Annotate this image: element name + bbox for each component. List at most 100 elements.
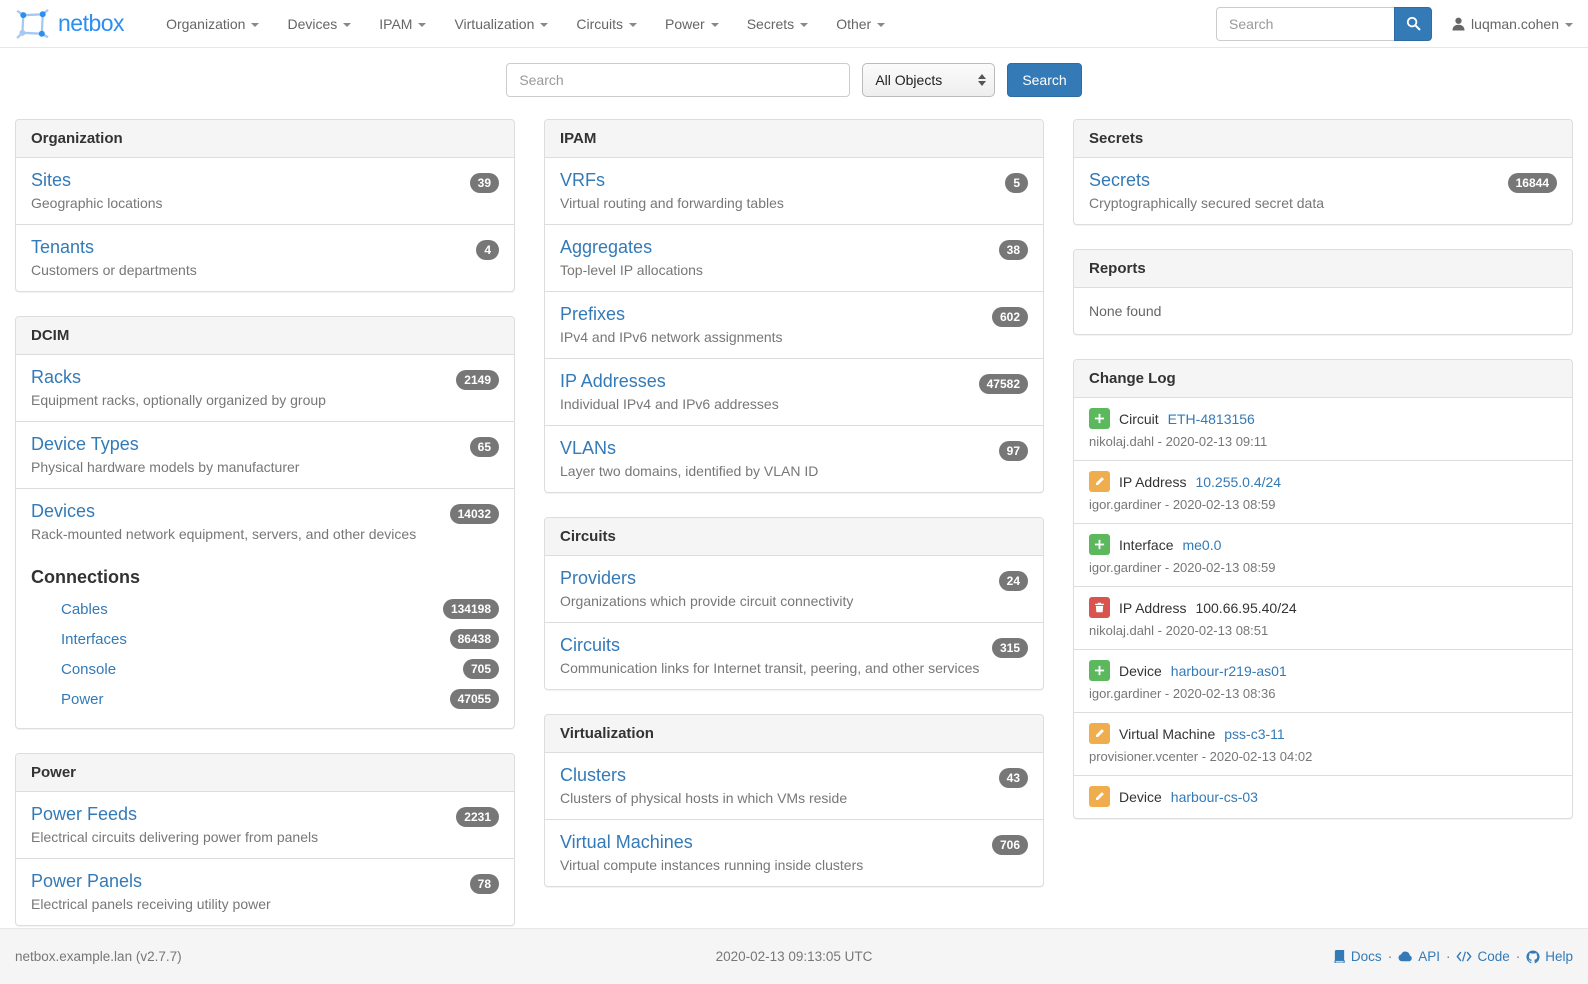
nav-item-virtualization[interactable]: Virtualization bbox=[440, 0, 562, 48]
object-link[interactable]: me0.0 bbox=[1182, 537, 1221, 553]
object-type: Device bbox=[1119, 663, 1162, 679]
edit-icon bbox=[1089, 723, 1110, 744]
nav-item-circuits[interactable]: Circuits bbox=[562, 0, 651, 48]
docs-book-icon bbox=[1333, 950, 1346, 963]
power-connections-link[interactable]: Power bbox=[61, 691, 104, 708]
object-type: Virtual Machine bbox=[1119, 726, 1215, 742]
devices-link[interactable]: Devices bbox=[31, 501, 95, 521]
object-link[interactable]: harbour-r219-as01 bbox=[1171, 663, 1287, 679]
secrets-link[interactable]: Secrets bbox=[1089, 170, 1150, 190]
navbar-search-button[interactable] bbox=[1394, 7, 1432, 41]
device-types-link[interactable]: Device Types bbox=[31, 434, 139, 454]
panel-secrets: Secrets Secrets Cryptographically secure… bbox=[1073, 119, 1573, 225]
tenants-link[interactable]: Tenants bbox=[31, 237, 94, 257]
panel-heading: Virtualization bbox=[545, 715, 1043, 753]
nav-item-secrets[interactable]: Secrets bbox=[733, 0, 822, 48]
changelog-entry: Interface me0.0 igor.gardiner - 2020-02-… bbox=[1074, 523, 1572, 586]
count-badge: 602 bbox=[992, 307, 1028, 327]
chevron-down-icon bbox=[800, 23, 808, 27]
item-description: Top-level IP allocations bbox=[560, 262, 703, 278]
panel-heading: Power bbox=[16, 754, 514, 792]
vlans-link[interactable]: VLANs bbox=[560, 438, 616, 458]
object-link[interactable]: 10.255.0.4/24 bbox=[1195, 474, 1281, 490]
code-link[interactable]: Code bbox=[1456, 949, 1509, 964]
entry-meta: nikolaj.dahl - 2020-02-13 08:51 bbox=[1089, 623, 1557, 638]
connection-row-power: Power 47055 bbox=[31, 684, 499, 714]
panel-power: Power Power Feeds Electrical circuits de… bbox=[15, 753, 515, 926]
entry-meta: igor.gardiner - 2020-02-13 08:36 bbox=[1089, 686, 1557, 701]
clusters-link[interactable]: Clusters bbox=[560, 765, 626, 785]
object-link[interactable]: pss-c3-11 bbox=[1224, 726, 1284, 742]
power-feeds-link[interactable]: Power Feeds bbox=[31, 804, 137, 824]
cables-link[interactable]: Cables bbox=[61, 601, 108, 618]
panel-dcim: DCIM Racks Equipment racks, optionally o… bbox=[15, 316, 515, 729]
nav-item-devices[interactable]: Devices bbox=[273, 0, 365, 48]
navbar-search-input[interactable] bbox=[1216, 7, 1394, 41]
count-badge: 705 bbox=[463, 659, 499, 679]
api-link[interactable]: API bbox=[1398, 949, 1440, 964]
item-description: Organizations which provide circuit conn… bbox=[560, 593, 853, 609]
ip-addresses-link[interactable]: IP Addresses bbox=[560, 371, 666, 391]
create-icon bbox=[1089, 660, 1110, 681]
providers-link[interactable]: Providers bbox=[560, 568, 636, 588]
item-description: Layer two domains, identified by VLAN ID bbox=[560, 463, 818, 479]
vrfs-link[interactable]: VRFs bbox=[560, 170, 605, 190]
circuits-link[interactable]: Circuits bbox=[560, 635, 620, 655]
nav-item-ipam[interactable]: IPAM bbox=[365, 0, 440, 48]
count-badge: 2149 bbox=[456, 370, 499, 390]
item-description: Virtual compute instances running inside… bbox=[560, 857, 863, 873]
count-badge: 5 bbox=[1005, 173, 1028, 193]
sites-link[interactable]: Sites bbox=[31, 170, 71, 190]
footer-timestamp: 2020-02-13 09:13:05 UTC bbox=[716, 949, 873, 964]
interfaces-link[interactable]: Interfaces bbox=[61, 631, 127, 648]
list-item-vlans: VLANs Layer two domains, identified by V… bbox=[545, 425, 1043, 492]
search-icon bbox=[1406, 16, 1421, 31]
aggregates-link[interactable]: Aggregates bbox=[560, 237, 652, 257]
prefixes-link[interactable]: Prefixes bbox=[560, 304, 625, 324]
item-description: Cryptographically secured secret data bbox=[1089, 195, 1324, 211]
code-icon bbox=[1456, 951, 1472, 962]
panel-heading: Reports bbox=[1074, 250, 1572, 288]
item-description: Virtual routing and forwarding tables bbox=[560, 195, 784, 211]
item-description: Rack-mounted network equipment, servers,… bbox=[31, 526, 416, 542]
nav-menu: Organization Devices IPAM Virtualization… bbox=[152, 0, 899, 47]
object-link[interactable]: harbour-cs-03 bbox=[1171, 789, 1258, 805]
brand-home-link[interactable]: netbox bbox=[15, 9, 124, 39]
count-badge: 706 bbox=[992, 835, 1028, 855]
nav-item-power[interactable]: Power bbox=[651, 0, 733, 48]
panel-heading: Secrets bbox=[1074, 120, 1572, 158]
search-scope-select[interactable]: All Objects bbox=[862, 63, 995, 97]
console-link[interactable]: Console bbox=[61, 661, 116, 678]
nav-item-organization[interactable]: Organization bbox=[152, 0, 273, 48]
count-badge: 65 bbox=[470, 437, 499, 457]
help-link[interactable]: Help bbox=[1526, 949, 1573, 964]
user-icon bbox=[1452, 17, 1465, 31]
search-scope-value: All Objects bbox=[875, 72, 942, 88]
connection-row-interfaces: Interfaces 86438 bbox=[31, 624, 499, 654]
power-panels-link[interactable]: Power Panels bbox=[31, 871, 142, 891]
user-menu[interactable]: luqman.cohen bbox=[1452, 16, 1573, 32]
item-description: Individual IPv4 and IPv6 addresses bbox=[560, 396, 779, 412]
object-type: IP Address bbox=[1119, 600, 1186, 616]
object-type: Device bbox=[1119, 789, 1162, 805]
list-item-secrets: Secrets Cryptographically secured secret… bbox=[1074, 158, 1572, 224]
global-search-button[interactable]: Search bbox=[1007, 63, 1081, 97]
item-description: Equipment racks, optionally organized by… bbox=[31, 392, 326, 408]
item-description: Communication links for Internet transit… bbox=[560, 660, 979, 676]
docs-link[interactable]: Docs bbox=[1333, 949, 1382, 964]
count-badge: 4 bbox=[476, 240, 499, 260]
object-link[interactable]: ETH-4813156 bbox=[1168, 411, 1255, 427]
list-item-power-feeds: Power Feeds Electrical circuits deliveri… bbox=[16, 792, 514, 858]
list-item-power-panels: Power Panels Electrical panels receiving… bbox=[16, 858, 514, 925]
virtual-machines-link[interactable]: Virtual Machines bbox=[560, 832, 693, 852]
nav-item-other[interactable]: Other bbox=[822, 0, 899, 48]
list-item-ip-addresses: IP Addresses Individual IPv4 and IPv6 ad… bbox=[545, 358, 1043, 425]
chevron-down-icon bbox=[711, 23, 719, 27]
chevron-down-icon bbox=[1565, 23, 1573, 27]
changelog-entry: Device harbour-r219-as01 igor.gardiner -… bbox=[1074, 649, 1572, 712]
count-badge: 47055 bbox=[450, 689, 499, 709]
racks-link[interactable]: Racks bbox=[31, 367, 81, 387]
global-search-input[interactable] bbox=[506, 63, 850, 97]
changelog-entry: Device harbour-cs-03 bbox=[1074, 775, 1572, 818]
panel-heading: Change Log bbox=[1074, 360, 1572, 398]
